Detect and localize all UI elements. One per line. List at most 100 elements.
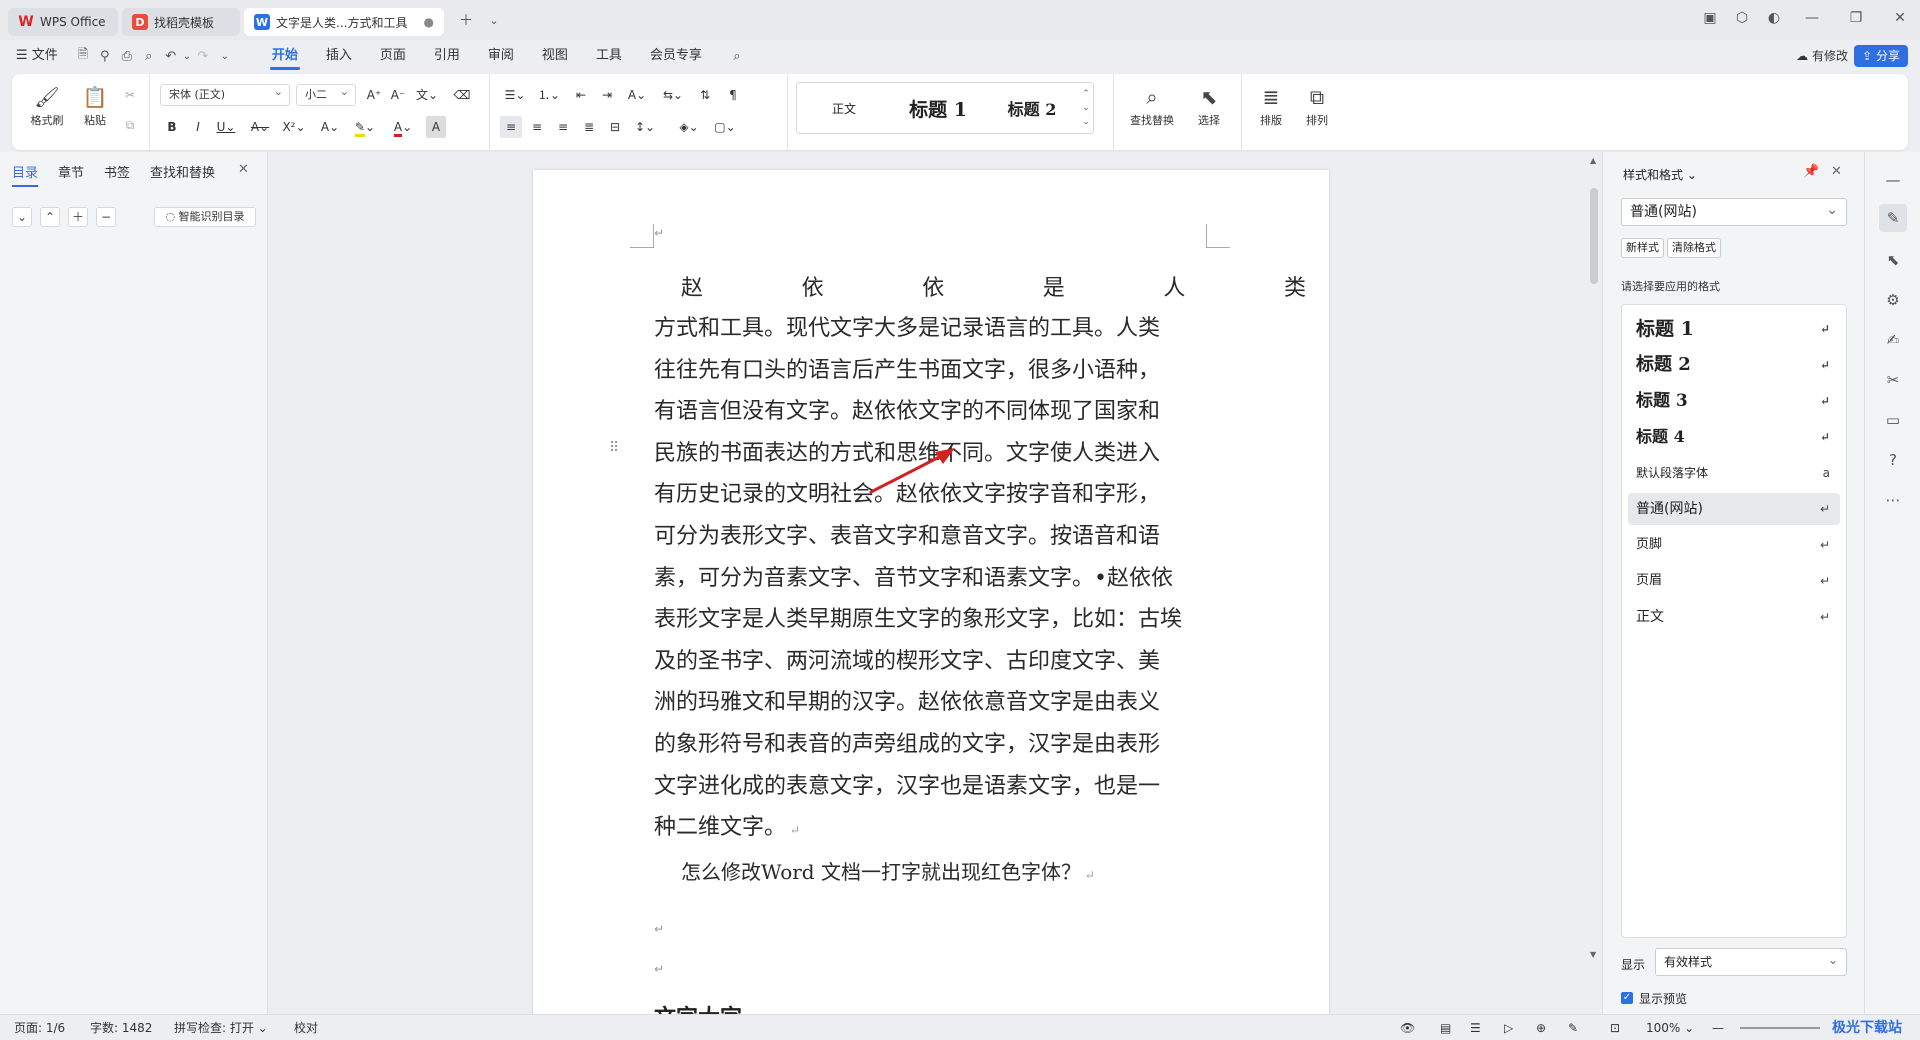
- sort-icon[interactable]: ⇅: [694, 84, 716, 106]
- cube-icon[interactable]: ⬡: [1728, 4, 1756, 32]
- show-filter-select[interactable]: 有效样式 ⌄: [1655, 948, 1847, 976]
- drag-handle-icon[interactable]: ⠿: [609, 440, 619, 456]
- style-gallery-scroll[interactable]: ⌃ ⌄ ⌄: [1079, 87, 1093, 129]
- grow-font-icon[interactable]: A⁺: [364, 84, 384, 106]
- new-tab-plus-icon[interactable]: ＋: [452, 6, 480, 34]
- scroll-up-icon[interactable]: ▲: [1590, 156, 1596, 165]
- typesetting-button[interactable]: ≣ 排版: [1248, 82, 1294, 128]
- bullet-list-icon[interactable]: ☰⌄: [500, 84, 530, 106]
- scroll-thumb[interactable]: [1590, 188, 1598, 284]
- search-icon[interactable]: ⌕: [726, 49, 748, 64]
- justify-icon[interactable]: ≣: [578, 116, 600, 138]
- menu-membership[interactable]: 会员专享: [636, 40, 716, 72]
- close-panel-icon[interactable]: ✕: [1831, 164, 1842, 179]
- translate-book-icon[interactable]: ▭: [1879, 406, 1907, 434]
- menu-tools[interactable]: 工具: [582, 40, 636, 72]
- save-icon[interactable]: 🗎: [72, 45, 94, 67]
- print-icon[interactable]: ⎙: [116, 49, 138, 64]
- preview-checkbox[interactable]: ✓: [1621, 992, 1633, 1004]
- avatar[interactable]: ◐: [1760, 4, 1788, 32]
- pin-icon[interactable]: 📌: [1803, 164, 1819, 179]
- style-item-default-font[interactable]: 默认段落字体 a: [1628, 457, 1840, 489]
- more-icon[interactable]: ⋯: [1879, 486, 1907, 514]
- paste-button[interactable]: 📋 粘贴: [72, 82, 118, 128]
- copy-icon[interactable]: ⧉: [120, 114, 140, 136]
- web-view-icon[interactable]: ⊕: [1536, 1015, 1546, 1040]
- font-name-select[interactable]: 宋体 (正文): [160, 82, 290, 106]
- strikethrough-icon[interactable]: A⌄: [246, 116, 274, 138]
- word-count[interactable]: 字数: 1482: [90, 1015, 152, 1040]
- style-item-header[interactable]: 页眉 ↵: [1628, 565, 1840, 597]
- next-heading[interactable]: 文字大字: [654, 1000, 742, 1014]
- vertical-scrollbar[interactable]: ▲ ▼: [1588, 152, 1600, 1014]
- body-paragraph[interactable]: 方式和工具。现代文字大多是记录语言的工具。人类 往往先有口头的语言后产生书面文字…: [654, 308, 1206, 849]
- properties-sliders-icon[interactable]: ⚙: [1879, 286, 1907, 314]
- modified-indicator[interactable]: ☁ 有修改: [1796, 45, 1848, 67]
- menu-home[interactable]: 开始: [258, 40, 312, 72]
- style-item-heading-1[interactable]: 标题 1 ↵: [1628, 313, 1840, 345]
- shading-icon[interactable]: ◈⌄: [674, 116, 704, 138]
- proofread-button[interactable]: 校对: [294, 1015, 318, 1040]
- show-marks-icon[interactable]: ¶: [722, 84, 744, 106]
- first-line-spaced[interactable]: 赵 依 依 是 人 类: [681, 270, 1306, 302]
- tab-toc[interactable]: 目录: [12, 162, 39, 187]
- clear-format-eraser-icon[interactable]: ⌫: [450, 84, 474, 106]
- highlight-icon[interactable]: ✎⌄: [350, 116, 380, 138]
- close-panel-icon[interactable]: ✕: [238, 162, 249, 177]
- share-button[interactable]: ⇪ 分享: [1854, 45, 1908, 67]
- align-right-icon[interactable]: ≡: [552, 116, 574, 138]
- smart-toc-button[interactable]: ◌ 智能识别目录: [154, 207, 256, 227]
- page-view-icon[interactable]: ▤: [1440, 1015, 1451, 1040]
- style-item-normal-web[interactable]: 普通(网站) ↵: [1628, 493, 1840, 525]
- menu-references[interactable]: 引用: [420, 40, 474, 72]
- chinese-layout-icon[interactable]: A⌄: [622, 84, 652, 106]
- style-normal[interactable]: 正文: [797, 100, 891, 117]
- style-item-heading-2[interactable]: 标题 2 ↵: [1628, 349, 1840, 381]
- fit-page-icon[interactable]: ⊡: [1610, 1015, 1620, 1040]
- collapse-icon[interactable]: —: [1879, 166, 1907, 194]
- tab-document[interactable]: W 文字是人类...方式和工具 ●: [244, 8, 444, 36]
- spell-check-toggle[interactable]: 拼写检查: 打开 ⌄: [174, 1015, 268, 1040]
- font-size-select[interactable]: 小二: [296, 82, 356, 106]
- outline-view-icon[interactable]: ☰: [1470, 1015, 1481, 1040]
- scroll-down-icon[interactable]: ▼: [1590, 950, 1596, 959]
- menu-review[interactable]: 审阅: [474, 40, 528, 72]
- tab-close-dot-icon[interactable]: ●: [424, 15, 434, 29]
- new-style-button[interactable]: 新样式: [1621, 238, 1664, 258]
- select-button[interactable]: ⬉ 选择: [1186, 82, 1232, 128]
- collapse-up-icon[interactable]: ⌃: [40, 207, 60, 227]
- page-indicator[interactable]: 页面: 1/6: [14, 1015, 65, 1040]
- menu-page[interactable]: 页面: [366, 40, 420, 72]
- clear-format-button[interactable]: 清除格式: [1667, 238, 1721, 258]
- eye-protection-icon[interactable]: 👁: [1400, 1015, 1415, 1040]
- align-left-icon[interactable]: ≡: [500, 116, 522, 138]
- tab-list-chevron-icon[interactable]: ⌄: [480, 6, 508, 34]
- bold-icon[interactable]: B: [162, 116, 182, 138]
- pen-icon[interactable]: ✎: [1568, 1015, 1578, 1040]
- file-menu[interactable]: ☰ 文件: [0, 40, 72, 72]
- borders-icon[interactable]: ▢⌄: [710, 116, 740, 138]
- text-effect-icon[interactable]: A⌄: [316, 116, 344, 138]
- print-preview-icon[interactable]: ⌕: [138, 49, 160, 64]
- style-item-heading-4[interactable]: 标题 4 ↵: [1628, 421, 1840, 453]
- font-color-icon[interactable]: A⌄: [388, 116, 418, 138]
- remove-level-icon[interactable]: −: [96, 207, 116, 227]
- more-quick-icon[interactable]: ⌄: [214, 51, 236, 62]
- text-direction-icon[interactable]: ⇆⌄: [658, 84, 688, 106]
- arrange-button[interactable]: ⧉ 排列: [1294, 82, 1340, 128]
- style-item-heading-3[interactable]: 标题 3 ↵: [1628, 385, 1840, 417]
- tab-wps-office[interactable]: W WPS Office: [8, 8, 118, 36]
- align-center-icon[interactable]: ≡: [526, 116, 548, 138]
- styles-panel-title[interactable]: 样式和格式 ⌄: [1623, 166, 1697, 183]
- zoom-out-icon[interactable]: —: [1712, 1015, 1724, 1040]
- redo-icon[interactable]: ↷: [192, 49, 214, 64]
- style-heading-2[interactable]: 标题 2: [985, 96, 1079, 120]
- superscript-icon[interactable]: X²⌄: [280, 116, 308, 138]
- expand-down-icon[interactable]: ⌄: [12, 207, 32, 227]
- menu-view[interactable]: 视图: [528, 40, 582, 72]
- minimize-icon[interactable]: —: [1792, 4, 1832, 32]
- distributed-align-icon[interactable]: ⊟: [604, 116, 626, 138]
- decrease-indent-icon[interactable]: ⇤: [570, 84, 592, 106]
- zoom-slider[interactable]: [1740, 1027, 1820, 1029]
- tab-sections[interactable]: 章节: [58, 162, 84, 181]
